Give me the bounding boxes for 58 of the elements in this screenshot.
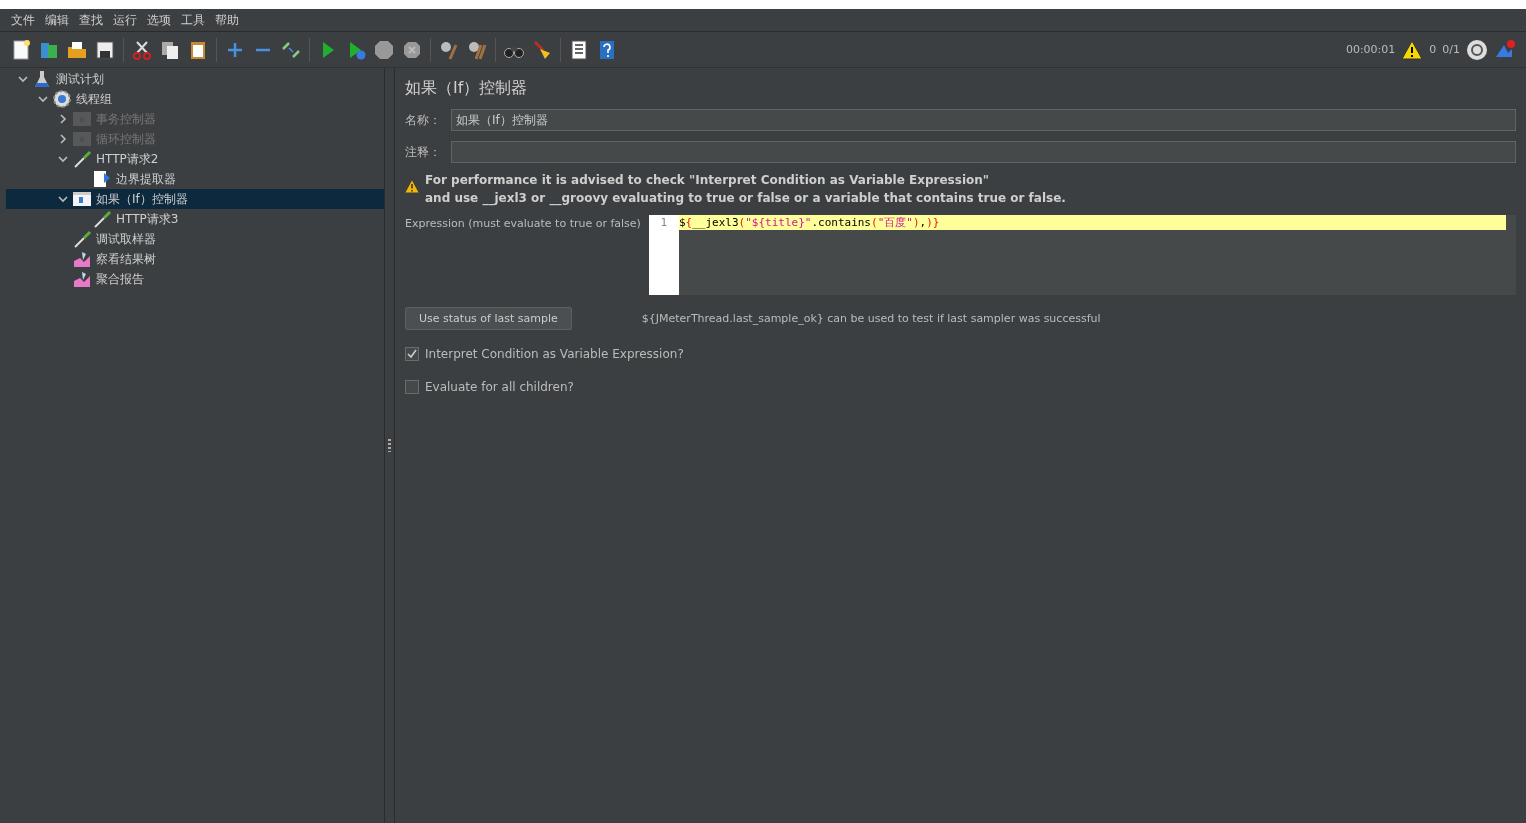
chart-icon: [72, 269, 92, 289]
menu-item[interactable]: 文件: [6, 11, 40, 29]
controller-icon: [72, 109, 92, 129]
comment-field[interactable]: [451, 141, 1516, 163]
splitter-handle[interactable]: [388, 439, 391, 452]
tree-item[interactable]: 测试计划: [56, 70, 104, 88]
expression-label: Expression (must evaluate to true or false): [405, 216, 641, 232]
caret-icon[interactable]: [58, 154, 68, 164]
chart-icon: [72, 249, 92, 269]
use-status-button[interactable]: Use status of last sample: [405, 307, 572, 330]
checkbox[interactable]: [405, 346, 419, 361]
pipette-icon: [72, 149, 92, 169]
hint-text: ${JMeterThread.last_sample_ok} can be used to test if last sampler was successful: [641, 312, 1101, 325]
tree-item[interactable]: HTTP请求3: [116, 210, 179, 228]
menu-item[interactable]: 选项: [142, 11, 176, 29]
menu-item[interactable]: 运行: [108, 11, 142, 29]
document-arrow-icon: [92, 169, 112, 189]
menu-item[interactable]: 查找: [74, 11, 108, 29]
tree-item[interactable]: 线程组: [76, 90, 112, 108]
tree-item[interactable]: 察看结果树: [96, 250, 156, 268]
pipette-icon: [72, 229, 92, 249]
gear-icon: [52, 89, 72, 109]
list-icon[interactable]: [568, 38, 590, 61]
stop-icon[interactable]: [373, 38, 395, 61]
caret-icon[interactable]: [58, 194, 68, 204]
menu-item[interactable]: 编辑: [40, 11, 74, 29]
warning-icon[interactable]: [1401, 39, 1424, 60]
caret-icon[interactable]: [18, 74, 28, 84]
tree-item[interactable]: 边界提取器: [116, 170, 176, 188]
flask-icon: [32, 69, 52, 89]
name-field[interactable]: 如果（If）控制器: [451, 109, 1516, 131]
save-icon[interactable]: [94, 38, 116, 61]
comment-label: 注释：: [405, 143, 442, 161]
checkbox-label: Interpret Condition as Variable Expression?: [425, 346, 684, 361]
caret-icon[interactable]: [38, 94, 48, 104]
name-label: 名称：: [405, 111, 442, 129]
warning-count: 0: [1429, 43, 1437, 56]
menu-item[interactable]: 工具: [176, 11, 210, 29]
remote-start-icon[interactable]: [1466, 38, 1488, 61]
pipette-icon: [92, 209, 112, 229]
broom-icon[interactable]: [531, 38, 553, 61]
code-editor[interactable]: 1 ${__jexl3("${title}".contains("百度"),)}: [648, 215, 1516, 295]
elapsed-time: 00:00:01: [1345, 43, 1396, 56]
tree-item[interactable]: 聚合报告: [96, 270, 144, 288]
controller-icon: [72, 189, 92, 209]
thread-count: 0/1: [1442, 43, 1460, 56]
warning-text: and use __jexl3 or __groovy evaluating to true or false or a variable that contains true or false.: [425, 190, 1066, 207]
tree-item[interactable]: HTTP请求2: [96, 150, 159, 168]
warning-icon: [405, 180, 419, 193]
controller-icon: [72, 129, 92, 149]
checkbox-label: Evaluate for all children?: [425, 379, 574, 394]
new-icon[interactable]: [10, 38, 32, 61]
panel-title: 如果（If）控制器: [405, 78, 529, 99]
tree-item[interactable]: 调试取样器: [96, 230, 156, 248]
warning-text: For performance it is advised to check "Interpret Condition as Variable Expression": [425, 172, 991, 189]
checkbox[interactable]: [405, 379, 419, 394]
menu-item[interactable]: 帮助: [210, 11, 244, 29]
line-number: 1: [660, 216, 668, 229]
